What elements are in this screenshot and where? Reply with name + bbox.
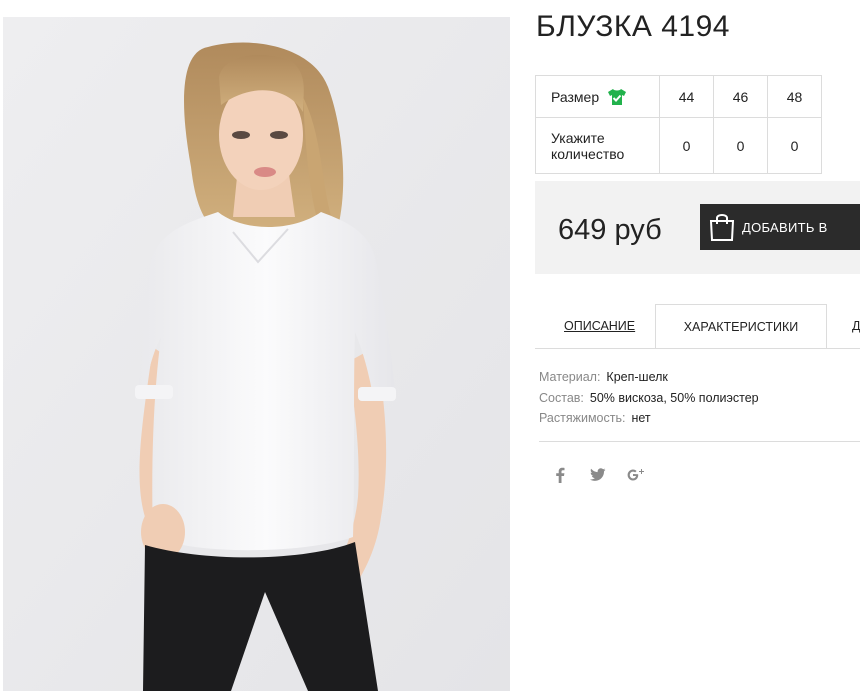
- product-photo: [3, 17, 510, 691]
- tab-description[interactable]: ОПИСАНИЕ: [564, 304, 635, 348]
- size-option-46[interactable]: 46: [713, 75, 768, 118]
- specs-list: Материал: Креп-шелк Состав: 50% вискоза, 5…: [539, 367, 759, 429]
- price: 649 руб: [558, 214, 662, 246]
- product-title: БЛУЗКА 4194: [536, 10, 730, 43]
- size-label: Размер: [551, 88, 600, 105]
- size-row: Размер 44 46 48: [535, 75, 822, 118]
- size-label-cell: Размер: [535, 75, 660, 118]
- spec-composition: Состав: 50% вискоза, 50% полиэстер: [539, 388, 759, 409]
- shirt-check-icon[interactable]: [607, 88, 627, 106]
- quantity-label-cell: Укажите количество: [535, 117, 660, 174]
- product-tabs: ОПИСАНИЕ ХАРАКТЕРИСТИКИ Д: [535, 304, 860, 349]
- spec-key: Состав:: [539, 390, 584, 405]
- quantity-input-46[interactable]: 0: [713, 117, 768, 174]
- add-to-cart-button[interactable]: ДОБАВИТЬ В: [700, 204, 860, 250]
- quantity-input-48[interactable]: 0: [767, 117, 822, 174]
- social-share: [550, 464, 646, 486]
- add-to-cart-label: ДОБАВИТЬ В: [742, 219, 828, 235]
- spec-key: Растяжимость:: [539, 411, 626, 425]
- spec-value: нет: [631, 411, 651, 425]
- tab-characteristics[interactable]: ХАРАКТЕРИСТИКИ: [655, 304, 827, 348]
- spec-material: Материал: Креп-шелк: [539, 367, 759, 388]
- shopping-bag-icon: [709, 214, 735, 241]
- price-panel: 649 руб ДОБАВИТЬ В: [535, 181, 860, 274]
- spec-value: Креп-шелк: [606, 370, 668, 384]
- divider: [539, 441, 860, 442]
- quantity-label: Укажите количество: [551, 129, 625, 162]
- model-illustration: [3, 17, 510, 691]
- facebook-icon[interactable]: [550, 464, 570, 486]
- spec-value: 50% вискоза, 50% полиэстер: [589, 390, 759, 405]
- tab-delivery[interactable]: Д: [852, 304, 860, 348]
- size-option-48[interactable]: 48: [767, 75, 822, 118]
- google-plus-icon[interactable]: [626, 464, 646, 486]
- size-table: Размер 44 46 48 Укажите количество 0 0 0: [535, 75, 822, 174]
- spec-stretch: Растяжимость: нет: [539, 408, 759, 429]
- twitter-icon[interactable]: [588, 464, 608, 486]
- spec-key: Материал:: [539, 370, 601, 384]
- size-option-44[interactable]: 44: [659, 75, 714, 118]
- quantity-row: Укажите количество 0 0 0: [535, 117, 822, 174]
- quantity-input-44[interactable]: 0: [659, 117, 714, 174]
